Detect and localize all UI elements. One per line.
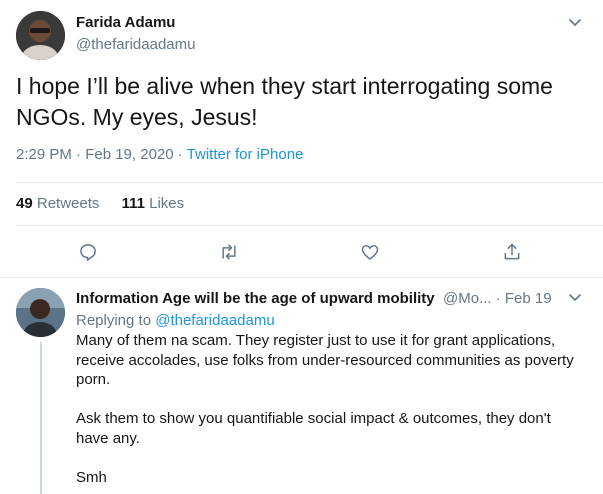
- reply-text: Many of them na scam. They register just…: [76, 331, 586, 494]
- reply-more-options-chevron-down-icon[interactable]: [566, 288, 584, 306]
- replying-to-mention[interactable]: @thefaridaadamu: [155, 312, 274, 329]
- likes-count: 111: [121, 195, 145, 212]
- engagement-stats: 49 Retweets 111 Likes: [16, 195, 202, 212]
- replying-to-label: Replying to: [76, 312, 156, 329]
- reply-author-handle-date[interactable]: @Mo... · Feb 19: [443, 290, 552, 307]
- reply-author-avatar[interactable]: [16, 288, 65, 337]
- divider: [16, 182, 603, 183]
- like-icon[interactable]: [358, 240, 382, 264]
- author-name[interactable]: Farida Adamu: [76, 14, 175, 31]
- likes-stat[interactable]: 111 Likes: [122, 195, 185, 212]
- reply-paragraph: Many of them na scam. They register just…: [76, 332, 574, 388]
- tweet-source-link[interactable]: Twitter for iPhone: [187, 146, 304, 163]
- likes-label: Likes: [149, 195, 185, 212]
- tweet-text: I hope I’ll be alive when they start int…: [16, 73, 553, 130]
- retweets-label: Retweets: [36, 195, 100, 212]
- reply-author-name[interactable]: Information Age will be the age of upwar…: [76, 290, 435, 307]
- retweet-icon[interactable]: [217, 240, 241, 264]
- main-tweet: Farida Adamu @thefaridaadamu I hope I’ll…: [0, 0, 603, 278]
- tweet-metadata: 2:29 PM · Feb 19, 2020 · Twitter for iPh…: [16, 146, 303, 163]
- reply-paragraph: Smh: [76, 468, 107, 486]
- author-avatar[interactable]: [16, 11, 65, 60]
- more-options-chevron-down-icon[interactable]: [566, 13, 584, 31]
- retweets-stat[interactable]: 49 Retweets: [16, 195, 99, 212]
- thread-line: [40, 342, 42, 494]
- retweets-count: 49: [16, 195, 33, 212]
- replying-to: Replying to @thefaridaadamu: [76, 312, 275, 329]
- divider: [0, 277, 603, 278]
- author-handle[interactable]: @thefaridaadamu: [76, 36, 195, 53]
- share-icon[interactable]: [500, 240, 524, 264]
- reply-paragraph: Ask them to show you quantifiable social…: [76, 410, 551, 447]
- reply-icon[interactable]: [76, 240, 100, 264]
- divider: [16, 225, 603, 226]
- tweet-timestamp[interactable]: 2:29 PM · Feb 19, 2020 ·: [16, 146, 187, 163]
